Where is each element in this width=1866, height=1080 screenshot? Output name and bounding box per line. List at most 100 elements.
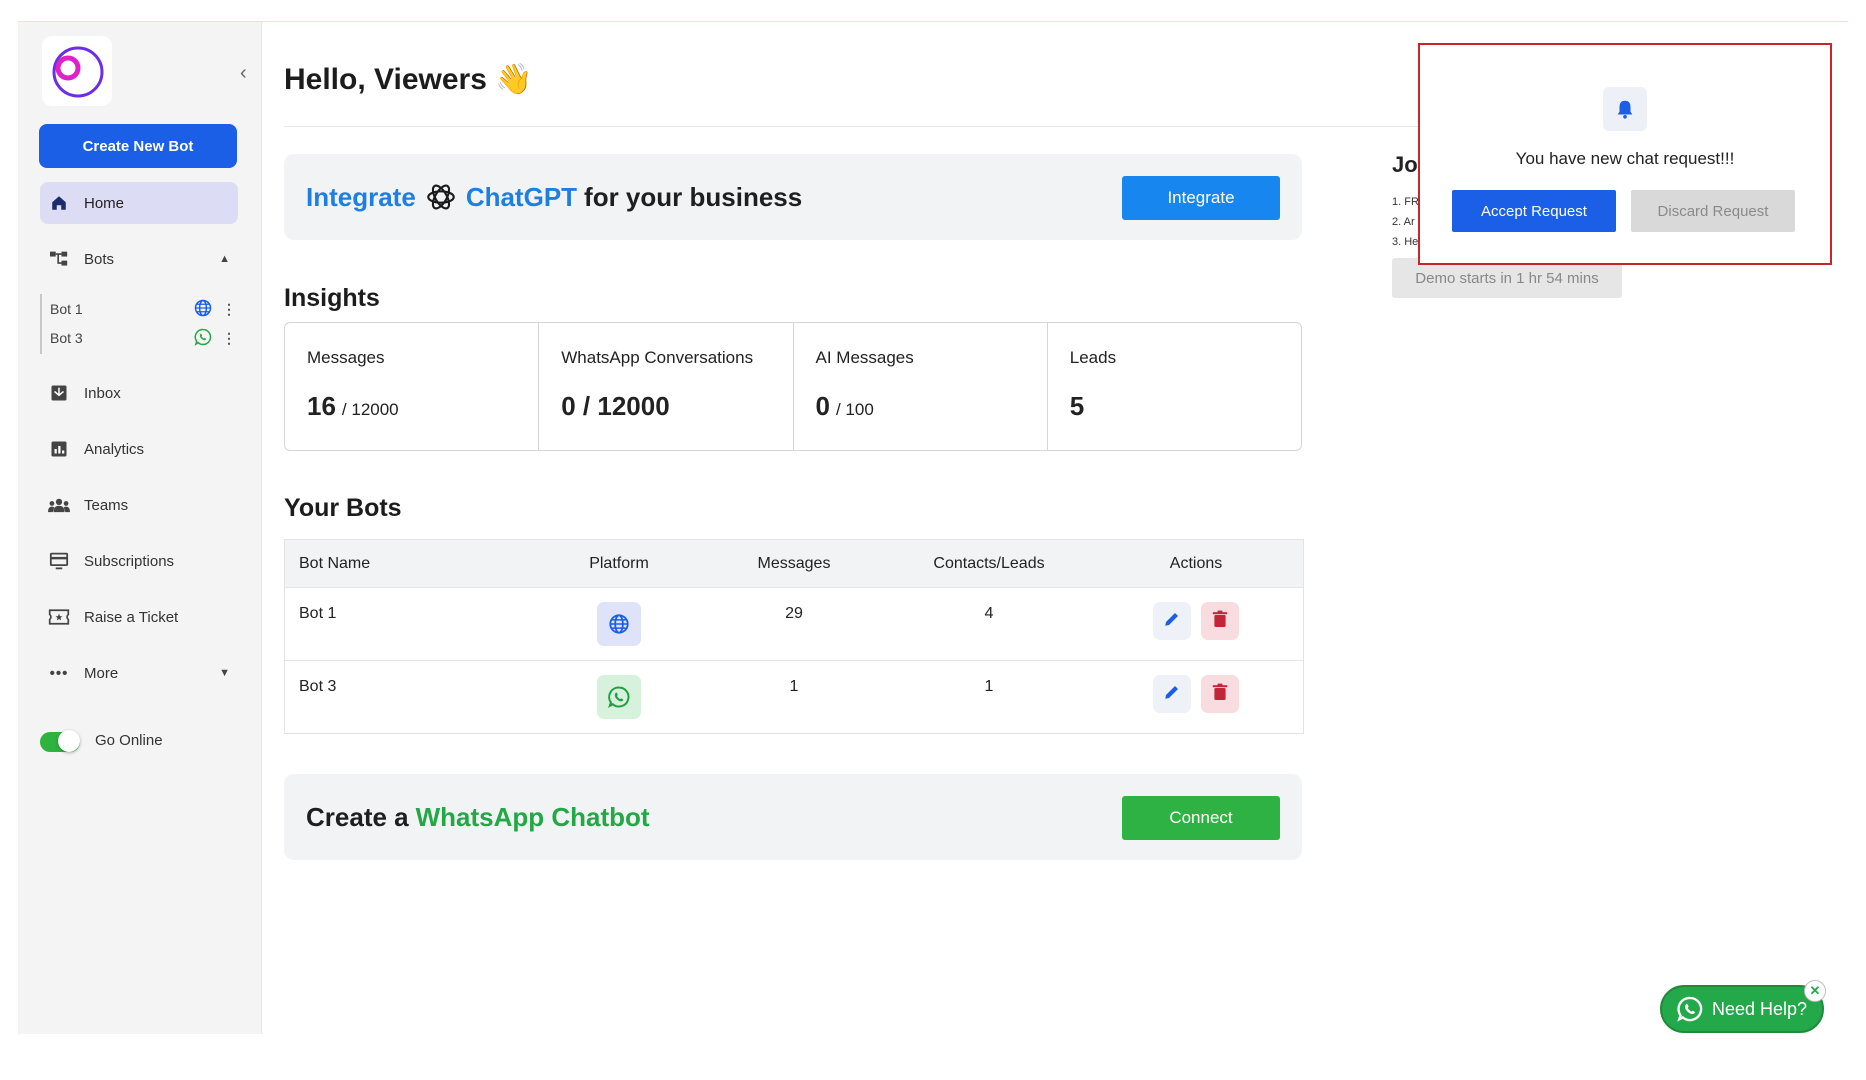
- sidebar-item-teams[interactable]: Teams: [40, 484, 238, 526]
- messages-cell: 1: [789, 678, 799, 695]
- trash-icon: [1212, 610, 1228, 633]
- insight-value: 0 / 12000: [561, 391, 670, 421]
- go-online-label: Go Online: [95, 732, 163, 749]
- close-help-icon[interactable]: ✕: [1804, 980, 1826, 1002]
- insight-label: AI Messages: [815, 348, 914, 367]
- integrate-button[interactable]: Integrate: [1122, 176, 1280, 220]
- globe-icon: [194, 299, 212, 320]
- app-logo[interactable]: [42, 36, 112, 106]
- sidebar-item-more[interactable]: ••• More ▼: [40, 652, 238, 694]
- sidebar: ‹ Create New Bot Home Bots ▲ Bot 1 ⋮ Bot…: [18, 22, 262, 1034]
- connect-button[interactable]: Connect: [1122, 796, 1280, 840]
- list-item: 3. He: [1392, 236, 1419, 248]
- column-header: Messages: [757, 554, 831, 572]
- edit-bot-button[interactable]: [1153, 602, 1191, 640]
- sidebar-item-home[interactable]: Home: [40, 182, 238, 224]
- insights-panel: Messages 16/ 12000 WhatsApp Conversation…: [284, 322, 1302, 451]
- banner-word-rest: for your business: [584, 181, 803, 212]
- top-divider: [18, 21, 1848, 22]
- column-header: Actions: [1169, 554, 1223, 572]
- home-icon: [48, 192, 70, 214]
- list-item: 1. FR: [1392, 196, 1419, 208]
- chevron-up-icon[interactable]: ▲: [219, 253, 230, 265]
- delete-bot-button[interactable]: [1201, 675, 1239, 713]
- insight-card-whatsapp: WhatsApp Conversations 0 / 12000: [539, 323, 794, 450]
- trash-icon: [1212, 683, 1228, 706]
- sidebar-item-analytics[interactable]: Analytics: [40, 428, 238, 470]
- more-dots-icon: •••: [49, 664, 69, 682]
- bots-table: Bot Name Platform Messages Contacts/Lead…: [284, 539, 1304, 734]
- accept-request-button[interactable]: Accept Request: [1452, 190, 1616, 232]
- column-header: Platform: [589, 554, 649, 572]
- contacts-cell: 1: [984, 678, 994, 695]
- edit-bot-button[interactable]: [1153, 675, 1191, 713]
- chevron-down-icon[interactable]: ▼: [219, 667, 230, 679]
- bell-icon: [1603, 87, 1647, 131]
- insight-value: 0/ 100: [815, 391, 874, 421]
- sidebar-bot-item[interactable]: Bot 1 ⋮: [50, 298, 236, 320]
- need-help-button[interactable]: Need Help?: [1660, 985, 1824, 1033]
- sidebar-item-subscriptions[interactable]: Subscriptions: [40, 540, 238, 582]
- create-new-bot-button[interactable]: Create New Bot: [39, 124, 237, 168]
- insights-title: Insights: [284, 284, 380, 312]
- column-header: Contacts/Leads: [933, 554, 1045, 572]
- whatsapp-icon: [1676, 995, 1704, 1023]
- teams-icon: [48, 494, 70, 516]
- contacts-cell: 4: [984, 605, 994, 622]
- bot-name-cell: Bot 3: [299, 678, 337, 695]
- platform-cell: [539, 661, 699, 733]
- inbox-icon: [48, 382, 70, 404]
- insight-value: 16/ 12000: [307, 391, 399, 421]
- collapse-sidebar-icon[interactable]: ‹: [240, 62, 247, 85]
- messages-cell: 29: [785, 605, 803, 622]
- banner-word-integrate: Integrate: [306, 181, 416, 212]
- list-item: 2. Ar: [1392, 216, 1415, 228]
- table-header: Bot Name Platform Messages Contacts/Lead…: [285, 540, 1303, 587]
- pencil-icon: [1163, 610, 1181, 633]
- column-header: Bot Name: [299, 554, 371, 572]
- more-options-icon[interactable]: ⋮: [222, 301, 236, 318]
- sidebar-item-label: Subscriptions: [84, 552, 175, 570]
- sidebar-item-inbox[interactable]: Inbox: [40, 372, 238, 414]
- need-help-label: Need Help?: [1712, 998, 1808, 1019]
- sidebar-item-label: Analytics: [84, 440, 145, 458]
- ticket-icon: [48, 606, 70, 628]
- join-list: 1. FR 2. Ar 3. He: [1392, 192, 1419, 252]
- sidebar-item-label: Raise a Ticket: [84, 608, 179, 626]
- sidebar-bot-item[interactable]: Bot 3 ⋮: [50, 327, 236, 349]
- sidebar-item-label: Teams: [84, 496, 129, 514]
- banner-word-chatgpt: ChatGPT: [465, 181, 578, 212]
- bot-submenu: Bot 1 ⋮ Bot 3 ⋮: [40, 294, 236, 354]
- whatsapp-chatbot-banner: Create a WhatsApp Chatbot Connect: [284, 774, 1302, 860]
- more-options-icon[interactable]: ⋮: [222, 330, 236, 347]
- sidebar-bot-label: Bot 3: [50, 330, 83, 346]
- popup-message: You have new chat request!!!: [1515, 149, 1735, 168]
- insight-card-leads: Leads 5: [1048, 323, 1301, 450]
- whatsapp-icon: [597, 675, 641, 719]
- insight-value: 5: [1069, 391, 1085, 421]
- delete-bot-button[interactable]: [1201, 602, 1239, 640]
- go-online-toggle[interactable]: [40, 730, 80, 752]
- sidebar-item-bots[interactable]: Bots ▲: [40, 238, 238, 280]
- toggle-knob: [58, 730, 80, 752]
- table-row: Bot 1 29 4: [285, 587, 1303, 660]
- whatsapp-icon: [194, 328, 212, 349]
- sidebar-bot-label: Bot 1: [50, 301, 83, 317]
- header-divider: [284, 126, 1421, 127]
- banner-word-create: Create a: [306, 801, 409, 832]
- insight-label: Messages: [307, 348, 385, 367]
- actions-cell: [1089, 588, 1303, 660]
- discard-request-button[interactable]: Discard Request: [1631, 190, 1795, 232]
- bots-tree-icon: [48, 248, 70, 270]
- chatgpt-logo-icon: [424, 180, 458, 214]
- chat-request-popup: You have new chat request!!! Accept Requ…: [1418, 43, 1832, 265]
- insight-label: WhatsApp Conversations: [561, 348, 754, 367]
- globe-icon: [597, 602, 641, 646]
- banner-heading: Integrate ChatGPT for your business: [306, 154, 802, 240]
- your-bots-title: Your Bots: [284, 494, 402, 522]
- sidebar-item-raise-ticket[interactable]: Raise a Ticket: [40, 596, 238, 638]
- integrate-chatgpt-banner: Integrate ChatGPT for your business Inte…: [284, 154, 1302, 240]
- banner-heading: Create a WhatsApp Chatbot: [306, 774, 650, 860]
- platform-cell: [539, 588, 699, 660]
- table-row: Bot 3 1 1: [285, 660, 1303, 733]
